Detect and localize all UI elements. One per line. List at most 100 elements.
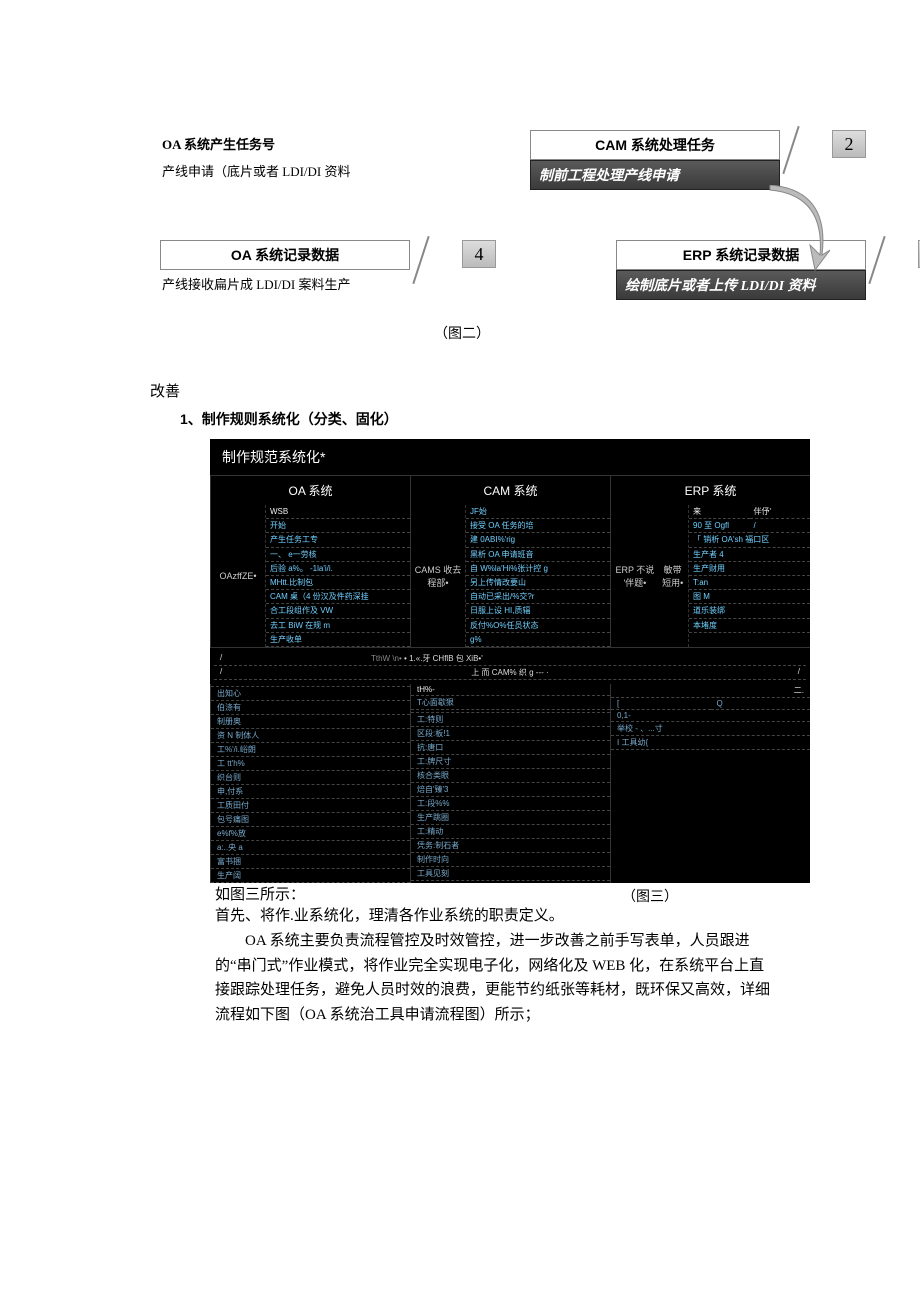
flow-step-4: OA 系统记录数据 产线接收扁片成 LDI/DI 案料生产 bbox=[160, 240, 410, 297]
spec-item: 工%'/i.峪朗 bbox=[211, 743, 410, 757]
spec-mid-row-1: / TthW \n• • 1.«.牙 CHflB 包 XiB•' bbox=[214, 652, 806, 666]
spec-item: 本堵度 bbox=[689, 619, 810, 633]
flow4-sub: 产线接收扁片成 LDI/DI 案料生产 bbox=[160, 270, 410, 297]
flow-step-1: OA 系统产生任务号 产线申请（底片或者 LDI/DI 资料 bbox=[160, 130, 410, 184]
spec-item: 工:特则 bbox=[411, 713, 610, 727]
spec-header-erp: ERP 系统 bbox=[610, 475, 810, 505]
erp-h2: 伴伃' bbox=[750, 505, 811, 519]
spec-item: T心面歇狠 bbox=[411, 696, 610, 710]
spec-item: 出知心 bbox=[211, 687, 410, 701]
erp-r1: 90 至 Ogfl bbox=[689, 519, 750, 533]
spec-item: JF始 bbox=[466, 505, 610, 519]
spec-item: 自 W%la'Hi%张计控 g bbox=[466, 562, 610, 576]
flow-diagram-fig2: OA 系统产生任务号 产线申请（底片或者 LDI/DI 资料 CAM 系统处理任… bbox=[160, 130, 860, 370]
flow2-title: CAM 系统处理任务 bbox=[530, 130, 780, 160]
spec-item: 日服上设 HI,质辐 bbox=[466, 604, 610, 618]
erp-r3: 「 销析 OA'sh 福口区 bbox=[689, 533, 810, 547]
spec-item: a:..央 a bbox=[211, 841, 410, 855]
spec-item: 黑析 OA 申请班音 bbox=[466, 548, 610, 562]
spec-item: 建 0ABI%'rig bbox=[466, 533, 610, 547]
spec-item: 生产阔 bbox=[211, 869, 410, 883]
spec-title: 制作规范系统化* bbox=[210, 439, 810, 475]
flow-badge-4: 4 bbox=[462, 240, 496, 268]
spec-item: T:an bbox=[689, 576, 810, 590]
spec-item: 图 M bbox=[689, 590, 810, 604]
spec-col2-label: CAMS 收去程部• bbox=[411, 505, 466, 647]
spec-header-row: OA 系统 CAM 系统 ERP 系统 bbox=[210, 475, 810, 505]
figure3-caption: （图三） bbox=[620, 889, 680, 907]
spec-item: 另上传情改要山 bbox=[466, 576, 610, 590]
spec-item: 产生任务工专 bbox=[266, 533, 410, 547]
spec-item: 自动已采出/%交?r bbox=[466, 590, 610, 604]
spec-mid-row-2: / 上 而 CAM% 织 g --- · / bbox=[214, 666, 806, 680]
spec-wsb: WSB bbox=[266, 505, 410, 519]
spec-item: 包号痛图 bbox=[211, 813, 410, 827]
para-2: OA 系统主要负责流程管控及时效管控，进一步改善之前手写表单，人员跟进的“串门式… bbox=[215, 929, 770, 1028]
spec-col1-label: OAzffZE• bbox=[211, 505, 266, 647]
spec-item: 申,付系 bbox=[211, 785, 410, 799]
spec-item: 0,1- bbox=[611, 710, 810, 722]
spec-item: 工:段%% bbox=[411, 797, 610, 811]
spec-item: CAM 桌（4 份汉及件药深挂 bbox=[266, 590, 410, 604]
spec-item: 一、 e一劳核 bbox=[266, 548, 410, 562]
spec-item: 织台则 bbox=[211, 771, 410, 785]
spec-item: 举校 - 、...寸 bbox=[611, 722, 810, 736]
spec-col-oa: OAzffZE• WSB 开始产生任务工专一、 e一劳核后验 a%。 -1la'… bbox=[210, 505, 410, 647]
spec-item: 道乐装绑 bbox=[689, 604, 810, 618]
spec-item: 生产者 4 bbox=[689, 548, 810, 562]
flow-badge-2: 2 bbox=[832, 130, 866, 158]
spec-item: 区段:板!1 bbox=[411, 727, 610, 741]
spec-item: 核合类眼 bbox=[411, 769, 610, 783]
flow2-sub: 制前工程处理产线申请 bbox=[530, 160, 780, 190]
spec-bottom-mid: tH%- T心面歇狠工:特则区段:板!1抗:唐口工:牌尺寸核合类眼焙自'臻'3工… bbox=[410, 684, 610, 883]
spec-header-cam: CAM 系统 bbox=[410, 475, 610, 505]
flow1-sub: 产线申请（底片或者 LDI/DI 资料 bbox=[160, 157, 410, 184]
heading-rule-1: 1、制作规则系统化（分类、固化） bbox=[180, 409, 860, 429]
erp-r2: / bbox=[750, 519, 811, 533]
para-fig3-ref: 如图三所示： bbox=[215, 883, 860, 904]
spec-item: 工具见刻 bbox=[411, 867, 610, 881]
flow-step-2: CAM 系统处理任务 制前工程处理产线申请 bbox=[530, 130, 780, 190]
rule-number: 1 bbox=[180, 411, 188, 427]
spec-item: 工:牌尺寸 bbox=[411, 755, 610, 769]
spec-item: 工:精动 bbox=[411, 825, 610, 839]
spec-item: 反付%O%任员状态 bbox=[466, 619, 610, 633]
spec-item: 凭务:制石者 bbox=[411, 839, 610, 853]
spec-item: 工 tt'h% bbox=[211, 757, 410, 771]
heading-improve: 改善 bbox=[150, 380, 860, 401]
spec-item: 生产收单 bbox=[266, 633, 410, 647]
spec-item: MHtt.比制包 bbox=[266, 576, 410, 590]
figure2-caption: （图二） bbox=[432, 326, 492, 344]
spec-table-fig3: 制作规范系统化* OA 系统 CAM 系统 ERP 系统 OAzffZE• WS… bbox=[210, 439, 810, 883]
spec-item: 合工段组作及 VW bbox=[266, 604, 410, 618]
flow4-title: OA 系统记录数据 bbox=[160, 240, 410, 270]
spec-item: 去工 BiW 在规 m bbox=[266, 619, 410, 633]
spec-item: 生产跳圈 bbox=[411, 811, 610, 825]
spec-item: e%f%放 bbox=[211, 827, 410, 841]
divider-slash bbox=[410, 240, 432, 280]
spec-col-cam: CAMS 收去程部• JF始接受 OA 任务的培建 0ABI%'rig黑析 OA… bbox=[410, 505, 610, 647]
spec-col3-label: ERP 不说 '伴题• 敏带短用• bbox=[611, 505, 689, 647]
rule-text: 、制作规则系统化（分类、固化） bbox=[188, 413, 398, 428]
divider-slash bbox=[866, 240, 888, 280]
spec-item: 富书捆 bbox=[211, 855, 410, 869]
spec-item: 接受 OA 任务的培 bbox=[466, 519, 610, 533]
erp-h1: 来 bbox=[689, 505, 750, 519]
spec-item: 焙自'臻'3 bbox=[411, 783, 610, 797]
spec-item: 开始 bbox=[266, 519, 410, 533]
spec-bottom-left: 出知心伯涤有制册奥资 N 制体人工%'/i.峪朗工 tt'h%织台则申,付系工质… bbox=[210, 684, 410, 883]
spec-item: g% bbox=[466, 633, 610, 647]
spec-item: 伯涤有 bbox=[211, 701, 410, 715]
spec-item: 生产财用 bbox=[689, 562, 810, 576]
spec-col-erp: ERP 不说 '伴题• 敏带短用• 来 伴伃' 90 至 Ogfl / 「 销析… bbox=[610, 505, 810, 647]
flow1-title: OA 系统产生任务号 bbox=[160, 130, 410, 157]
spec-header-oa: OA 系统 bbox=[210, 475, 410, 505]
spec-item: 抗:唐口 bbox=[411, 741, 610, 755]
para-1: 首先、将作.业系统化，理清各作业系统的职责定义。 bbox=[215, 904, 770, 929]
spec-item: 制作时向 bbox=[411, 853, 610, 867]
spec-item: 资 N 制体人 bbox=[211, 729, 410, 743]
divider-slash bbox=[780, 130, 802, 170]
spec-item: I 工具幼{ bbox=[611, 736, 810, 750]
spec-item: 工质田付 bbox=[211, 799, 410, 813]
curved-arrow-icon bbox=[760, 185, 830, 275]
